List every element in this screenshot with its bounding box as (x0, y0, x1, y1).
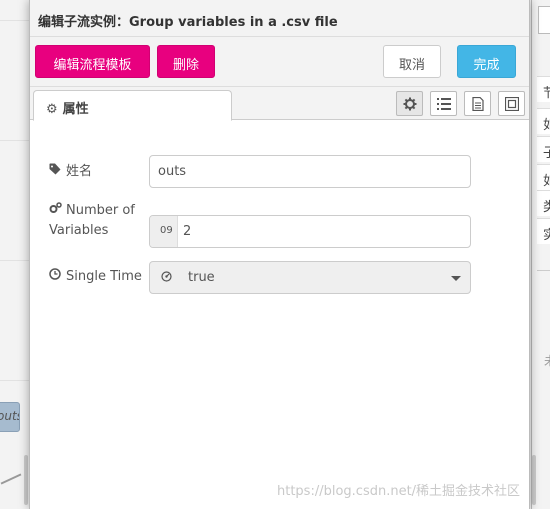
single-time-select[interactable]: true (149, 261, 471, 294)
delete-button[interactable]: 删除 (157, 45, 215, 78)
sidebar-divider (537, 270, 550, 271)
single-time-label: Single Time (49, 267, 142, 287)
list-icon[interactable] (430, 91, 457, 116)
frame-icon[interactable] (498, 91, 525, 116)
edit-template-button[interactable]: 编辑流程模板 (35, 45, 150, 78)
single-time-label-text: Single Time (66, 269, 142, 284)
chevron-down-icon (451, 276, 461, 281)
cancel-button[interactable]: 取消 (383, 45, 441, 78)
document-icon[interactable] (464, 91, 491, 116)
tray-toolbar: 编辑流程模板 删除 取消 完成 (30, 37, 529, 87)
edit-subflow-tray: 编辑子流实例：Group variables in a .csv file 编辑… (29, 0, 530, 509)
number-of-variables-value: 2 (183, 224, 192, 239)
sidebar-footer: 未 (544, 352, 550, 369)
sidebar-scrollbar[interactable] (532, 455, 536, 505)
grid-line (0, 140, 30, 141)
info-sidebar: 节 如 子 如 类 实 未 (531, 0, 550, 509)
single-time-value: true (188, 270, 215, 285)
gears-icon (49, 201, 63, 221)
tab-properties-label: 属性 (62, 102, 89, 117)
gear-icon[interactable] (396, 91, 423, 116)
sidebar-row: 如 (537, 164, 550, 190)
name-label: 姓名 (49, 162, 92, 182)
clock-icon (49, 267, 63, 287)
sidebar-row: 如 (537, 108, 550, 134)
tag-icon (49, 162, 63, 182)
sidebar-row: 实 (537, 218, 550, 244)
gear-icon: ⚙ (46, 102, 58, 117)
workspace-node-label: outs (0, 409, 19, 423)
name-input[interactable]: outs (149, 155, 471, 188)
grid-line (0, 260, 30, 261)
sidebar-tab[interactable] (538, 6, 550, 34)
sidebar-row: 节 (537, 76, 550, 102)
name-label-text: 姓名 (66, 164, 93, 179)
sidebar-row: 子 (537, 136, 550, 162)
number-type-icon[interactable]: 09 (150, 216, 178, 247)
done-button[interactable]: 完成 (457, 45, 516, 78)
tray-tabbar: ⚙ 属性 (30, 87, 529, 121)
grid-line (0, 380, 30, 381)
workspace-node[interactable]: outs (0, 402, 20, 432)
number-of-variables-input[interactable]: 09 2 (149, 215, 471, 248)
workspace-scrollbar[interactable] (24, 455, 28, 505)
node-wire (0, 473, 22, 485)
sidebar-row: 类 (537, 190, 550, 216)
grid-line (0, 20, 30, 21)
properties-form: 姓名 outs Number of Variables 09 2 Single … (30, 121, 529, 509)
tray-title: 编辑子流实例：Group variables in a .csv file (30, 0, 529, 37)
watermark: https://blog.csdn.net/稀土掘金技术社区 (277, 484, 521, 499)
number-of-variables-label: Number of Variables (49, 201, 144, 241)
boolean-icon (161, 271, 172, 285)
tab-properties[interactable]: ⚙ 属性 (33, 90, 232, 121)
